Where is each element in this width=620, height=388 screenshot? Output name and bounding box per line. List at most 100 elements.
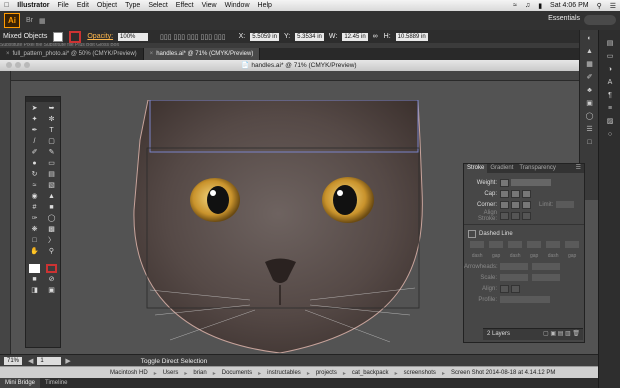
path-item[interactable]: Documents <box>222 370 252 376</box>
graphic-styles-icon[interactable]: ▣ <box>585 100 595 108</box>
perspective-grid-tool-icon[interactable]: ▲ <box>46 192 58 201</box>
menu-effect[interactable]: Effect <box>176 2 194 9</box>
artboard-prev-icon[interactable]: ◀ <box>28 357 33 365</box>
none-mode-icon[interactable]: ⊘ <box>46 275 58 284</box>
spotlight-icon[interactable]: ⚲ <box>597 2 602 10</box>
x-field[interactable]: 5.5059 in <box>250 32 279 41</box>
hand-tool-icon[interactable]: ✋ <box>29 247 41 256</box>
close-window-icon[interactable] <box>6 62 12 68</box>
y-field[interactable]: 5.3534 in <box>295 32 324 41</box>
zoom-level-select[interactable]: 71% <box>4 357 23 365</box>
transparency-panel-icon[interactable]: ○ <box>605 131 615 139</box>
pathfinder-panel-icon[interactable]: ◑ <box>605 66 615 74</box>
path-item[interactable]: cat_backpack <box>352 370 389 376</box>
w-field[interactable]: 12.45 in <box>342 32 368 41</box>
transform-panel-icon[interactable]: ▤ <box>605 40 615 48</box>
color-panel-icon[interactable]: ◐ <box>585 35 595 43</box>
tab-handles[interactable]: × handles.ai* @ 71% (CMYK/Preview) <box>143 48 261 60</box>
fill-color-icon[interactable] <box>29 264 40 273</box>
pen-tool-icon[interactable]: ✒ <box>29 126 41 135</box>
tab-stroke[interactable]: Stroke <box>464 164 488 173</box>
gap-field-3[interactable] <box>564 241 579 248</box>
wifi-icon[interactable]: ≈ <box>513 2 517 9</box>
app-menu[interactable]: Illustrator <box>17 2 49 9</box>
zoom-tool-icon[interactable]: ⚲ <box>46 247 58 256</box>
tools-panel-grip[interactable] <box>26 97 60 102</box>
path-item[interactable]: projects <box>316 370 337 376</box>
status-message[interactable]: Toggle Direct Selection <box>141 358 207 365</box>
start-scale-field[interactable] <box>500 274 528 281</box>
volume-icon[interactable]: ♫ <box>525 2 530 9</box>
weight-field[interactable] <box>511 179 551 186</box>
menu-help[interactable]: Help <box>258 2 272 9</box>
fill-swatch[interactable] <box>53 31 64 42</box>
path-item-disk[interactable]: Macintosh HD <box>110 370 148 376</box>
stroke-swatch[interactable] <box>69 30 82 43</box>
h-field[interactable]: 10.5889 in <box>395 32 428 41</box>
free-transform-tool-icon[interactable]: ▧ <box>46 181 58 190</box>
align-inside-button[interactable] <box>511 211 520 220</box>
close-tab-icon[interactable]: × <box>6 51 10 57</box>
paintbrush-tool-icon[interactable]: ✐ <box>29 148 41 157</box>
symbol-sprayer-tool-icon[interactable]: ❋ <box>29 225 41 234</box>
end-scale-field[interactable] <box>532 274 560 281</box>
type-tool-icon[interactable]: T <box>46 126 58 135</box>
miter-join-button[interactable] <box>500 200 509 209</box>
gap-field-1[interactable] <box>488 241 503 248</box>
cat-face-artwork[interactable] <box>130 100 426 353</box>
dash-field-1[interactable] <box>469 241 484 248</box>
menubar-clock[interactable]: Sat 4:06 PM <box>550 2 589 9</box>
artboard-number-field[interactable]: 1 <box>37 357 62 365</box>
menu-window[interactable]: Window <box>225 2 250 9</box>
arrange-documents-icon[interactable]: ▦ <box>39 17 46 25</box>
close-tab-icon[interactable]: × <box>150 51 154 57</box>
limit-field[interactable] <box>556 201 575 208</box>
search-input[interactable] <box>584 15 616 25</box>
artboards-panel-icon[interactable]: □ <box>585 139 595 147</box>
paragraph-panel-icon[interactable]: ¶ <box>605 92 615 100</box>
battery-icon[interactable]: ▮ <box>538 2 542 10</box>
direct-selection-tool-icon[interactable]: ➥ <box>46 104 58 113</box>
rotate-tool-icon[interactable]: ↻ <box>29 170 41 179</box>
line-tool-icon[interactable]: / <box>29 137 41 146</box>
scale-tool-icon[interactable]: ▤ <box>46 170 58 179</box>
butt-cap-button[interactable] <box>500 189 509 198</box>
tab-mini-bridge[interactable]: Mini Bridge <box>0 378 41 388</box>
blend-tool-icon[interactable]: ◯ <box>46 214 58 223</box>
menu-object[interactable]: Object <box>97 2 117 9</box>
arrow-align-tip-button[interactable] <box>500 284 509 293</box>
menu-file[interactable]: File <box>58 2 69 9</box>
dash-field-2[interactable] <box>507 241 522 248</box>
layer-action-icons[interactable]: ▢ ▣ ▤ ▥ 🗑 <box>543 329 580 340</box>
projecting-cap-button[interactable] <box>522 189 531 198</box>
align-outside-button[interactable] <box>522 211 531 220</box>
gradient-tool-icon[interactable]: ■ <box>46 203 58 212</box>
mesh-tool-icon[interactable]: # <box>29 203 41 212</box>
opacity-label[interactable]: Opacity: <box>87 33 113 40</box>
path-item[interactable]: brian <box>193 370 206 376</box>
rectangle-tool-icon[interactable]: ▢ <box>46 137 58 146</box>
round-join-button[interactable] <box>511 200 520 209</box>
align-icons[interactable]: ▯▯▯ ▯▯▯ ▯▯▯ ▯▯▯ ▯▯▯ <box>160 33 226 41</box>
width-tool-icon[interactable]: ≈ <box>29 181 41 190</box>
apple-menu-icon[interactable]:  <box>4 2 9 9</box>
graph-tool-icon[interactable]: ▩ <box>46 225 58 234</box>
appearance-panel-icon[interactable]: ◯ <box>585 113 595 121</box>
round-cap-button[interactable] <box>511 189 520 198</box>
color-guide-icon[interactable]: ▲ <box>585 48 595 56</box>
constrain-icon[interactable]: ∞ <box>373 33 378 40</box>
menu-edit[interactable]: Edit <box>77 2 89 9</box>
menu-select[interactable]: Select <box>148 2 167 9</box>
eraser-tool-icon[interactable]: ▭ <box>46 159 58 168</box>
shape-builder-tool-icon[interactable]: ◉ <box>29 192 41 201</box>
path-item[interactable]: instructables <box>267 370 301 376</box>
opacity-field[interactable]: 100% <box>118 32 149 41</box>
screen-mode-icon[interactable]: ▣ <box>46 286 58 295</box>
bridge-icon[interactable]: Br <box>26 17 33 24</box>
pencil-tool-icon[interactable]: ✎ <box>46 148 58 157</box>
blob-brush-tool-icon[interactable]: ● <box>29 159 41 168</box>
bevel-join-button[interactable] <box>522 200 531 209</box>
gradient-panel-icon[interactable]: ▨ <box>605 118 615 126</box>
layers-panel-icon[interactable]: ☰ <box>585 126 595 134</box>
slice-tool-icon[interactable]: 〉 <box>46 236 58 245</box>
